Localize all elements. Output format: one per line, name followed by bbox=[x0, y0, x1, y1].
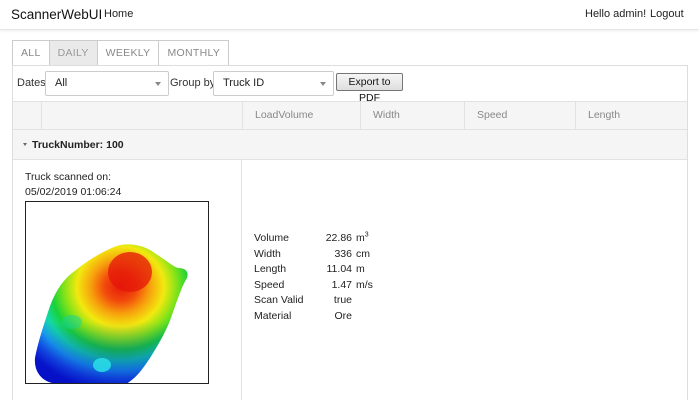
group-by-select[interactable]: Truck ID bbox=[213, 71, 334, 96]
column-header-loadvolume[interactable]: LoadVolume bbox=[242, 102, 360, 129]
table-header: LoadVolume Width Speed Length bbox=[13, 101, 687, 130]
dates-select-value: All bbox=[55, 77, 68, 89]
tab-all[interactable]: ALL bbox=[12, 40, 50, 66]
metric-value: 22.86 bbox=[325, 232, 352, 244]
metric-label: Volume bbox=[254, 232, 290, 244]
scan-image-cell: Truck scanned on: 05/02/2019 01:06:24 bbox=[13, 160, 242, 400]
metric-unit-superscript: 3 bbox=[364, 231, 369, 239]
chevron-down-icon bbox=[155, 82, 161, 86]
brand-link[interactable]: ScannerWebUI bbox=[11, 7, 102, 22]
group-title: TruckNumber: 100 bbox=[32, 139, 124, 151]
tab-weekly[interactable]: WEEKLY bbox=[96, 40, 160, 66]
metric-unit: m3 bbox=[356, 231, 369, 245]
group-by-select-value: Truck ID bbox=[223, 77, 265, 89]
logout-link[interactable]: Logout bbox=[650, 8, 684, 20]
column-header-speed[interactable]: Speed bbox=[464, 102, 575, 129]
metric-value: 11.04 bbox=[326, 263, 353, 276]
metric-value: 1.47 bbox=[331, 278, 352, 291]
column-header-length[interactable]: Length bbox=[575, 102, 687, 129]
metric-label: Material bbox=[254, 309, 292, 322]
scan-heatmap-image bbox=[25, 201, 209, 384]
scan-label: Truck scanned on: bbox=[25, 171, 111, 183]
scan-date: 05/02/2019 01:06:24 bbox=[25, 186, 122, 198]
navbar: ScannerWebUI Home Hello admin! Logout bbox=[0, 0, 699, 30]
metric-unit: m bbox=[356, 263, 365, 276]
collapse-arrow-icon[interactable] bbox=[23, 143, 27, 146]
chevron-down-icon bbox=[320, 82, 326, 86]
metric-value: Ore bbox=[334, 309, 352, 322]
nav-home-link[interactable]: Home bbox=[104, 8, 133, 20]
metric-value: 336 bbox=[334, 247, 352, 260]
metric-label: Scan Valid bbox=[254, 294, 304, 307]
scan-heatmap-graphic bbox=[34, 244, 188, 383]
metric-unit: cm bbox=[356, 247, 370, 260]
dates-select[interactable]: All bbox=[45, 71, 169, 96]
user-greeting[interactable]: Hello admin! bbox=[585, 8, 646, 20]
filter-toolbar: Dates: All Group by: Truck ID Export to … bbox=[13, 66, 687, 104]
metric-unit: m/s bbox=[356, 278, 373, 291]
group-row[interactable]: TruckNumber: 100 bbox=[13, 130, 687, 160]
group-by-label: Group by: bbox=[170, 77, 219, 89]
period-tabs: ALL DAILY WEEKLY MONTHLY bbox=[12, 40, 230, 66]
column-header-width[interactable]: Width bbox=[360, 102, 464, 129]
export-pdf-button[interactable]: Export to PDF bbox=[336, 73, 403, 104]
header-image-cell bbox=[41, 102, 242, 129]
metric-label: Speed bbox=[254, 278, 285, 291]
header-expander-cell bbox=[13, 102, 41, 129]
metric-label: Width bbox=[254, 247, 281, 260]
tab-daily[interactable]: DAILY bbox=[48, 40, 98, 66]
metric-label: Length bbox=[254, 263, 287, 276]
tab-monthly[interactable]: MONTHLY bbox=[158, 40, 230, 66]
report-panel: Dates: All Group by: Truck ID Export to … bbox=[12, 65, 688, 400]
metric-value: true bbox=[333, 294, 352, 307]
table-row: Truck scanned on: 05/02/2019 01:06:24 Vo… bbox=[13, 160, 687, 400]
